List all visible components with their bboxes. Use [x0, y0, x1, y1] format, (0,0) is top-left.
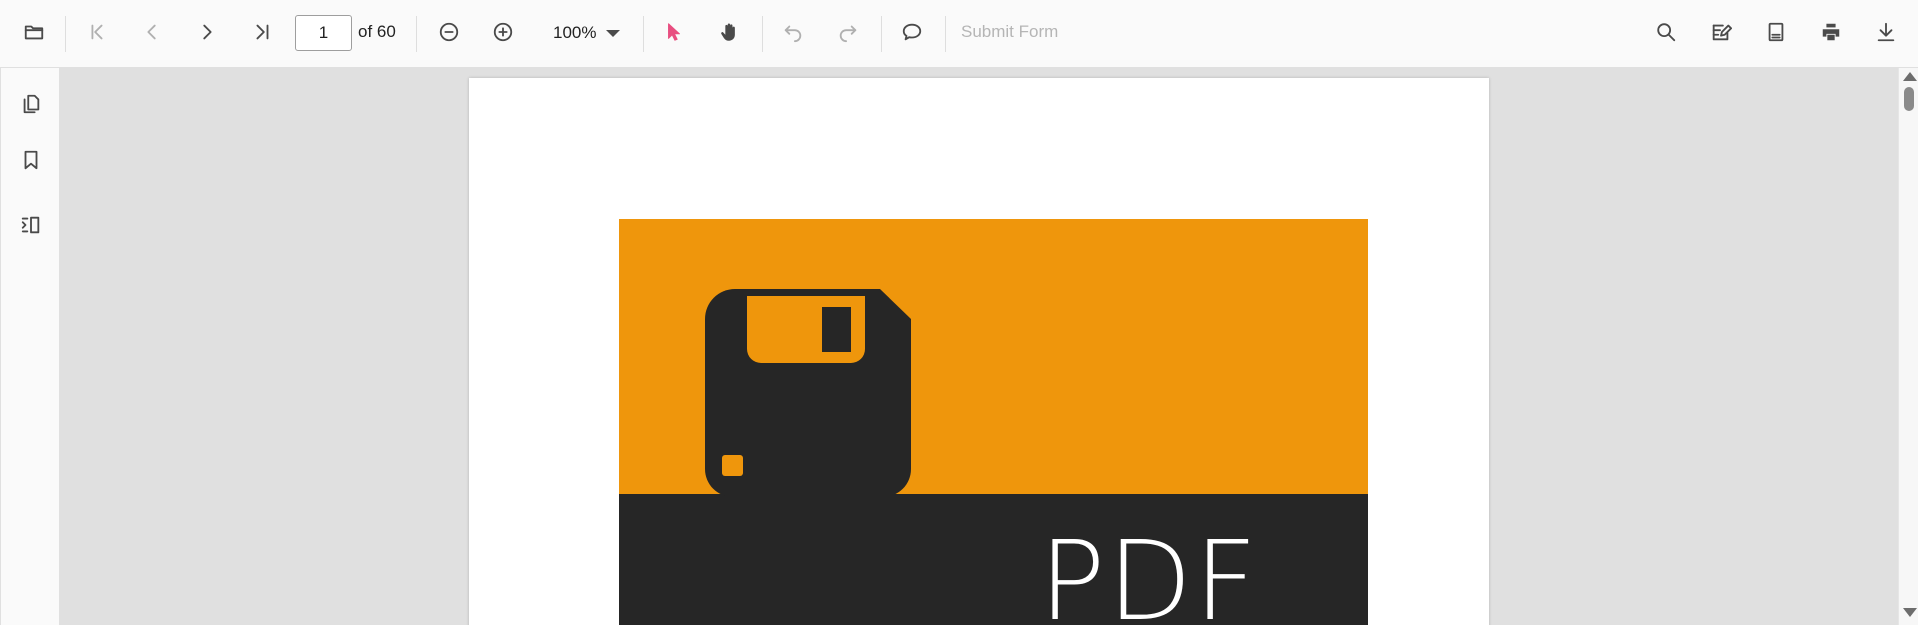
- print-button[interactable]: [1809, 12, 1853, 52]
- search-button[interactable]: [1644, 12, 1688, 52]
- edit-annotation-icon: [1712, 24, 1732, 41]
- selection-tool-button[interactable]: [652, 12, 696, 52]
- toolbar-divider: [643, 16, 644, 52]
- download-icon: [1877, 22, 1895, 42]
- toolbar-divider: [881, 16, 882, 52]
- page-thumbnails-icon: [23, 94, 40, 114]
- organize-pages-button[interactable]: [13, 207, 49, 243]
- download-button[interactable]: [1864, 12, 1908, 52]
- previous-page-button[interactable]: [130, 12, 174, 52]
- zoom-out-button[interactable]: [427, 12, 471, 52]
- main-toolbar: of 60 100% Submit: [0, 0, 1918, 68]
- submit-form-button[interactable]: Submit Form: [961, 22, 1058, 42]
- scroll-up-arrow-icon[interactable]: [1903, 72, 1917, 81]
- annotation-button[interactable]: [1699, 12, 1743, 52]
- redo-icon: [839, 25, 857, 43]
- form-designer-icon: [1768, 22, 1784, 42]
- redo-button[interactable]: [826, 12, 870, 52]
- pan-tool-button[interactable]: [707, 12, 751, 52]
- undo-button[interactable]: [771, 12, 815, 52]
- bookmarks-button[interactable]: [13, 142, 49, 178]
- toolbar-divider: [945, 16, 946, 52]
- folder-icon: [24, 25, 44, 40]
- print-icon: [1822, 23, 1840, 41]
- pdf-page: PDF: [469, 78, 1489, 625]
- undo-icon: [784, 25, 802, 43]
- comment-icon: [902, 23, 922, 41]
- scroll-down-arrow-icon[interactable]: [1903, 608, 1917, 617]
- organize-pages-icon: [21, 216, 40, 234]
- bookmark-icon: [24, 150, 38, 170]
- cover-title: PDF: [1039, 517, 1260, 625]
- last-page-icon: [256, 24, 269, 40]
- previous-page-icon: [147, 24, 156, 40]
- scrollbar-thumb[interactable]: [1904, 87, 1914, 111]
- zoom-value: 100%: [553, 23, 597, 42]
- search-icon: [1657, 23, 1676, 42]
- comment-button[interactable]: [890, 12, 934, 52]
- first-page-button[interactable]: [75, 12, 119, 52]
- zoom-dropdown[interactable]: 100%: [545, 14, 621, 52]
- toolbar-divider: [416, 16, 417, 52]
- floppy-disk-icon: [705, 289, 911, 497]
- zoom-in-icon: [493, 22, 513, 42]
- open-file-button[interactable]: [12, 12, 56, 52]
- hand-icon: [721, 23, 735, 41]
- page-thumbnails-button[interactable]: [13, 86, 49, 122]
- document-canvas[interactable]: PDF: [60, 68, 1898, 625]
- cover-image: PDF: [619, 219, 1368, 625]
- zoom-in-button[interactable]: [481, 12, 525, 52]
- next-page-button[interactable]: [185, 12, 229, 52]
- toolbar-divider: [762, 16, 763, 52]
- chevron-down-icon: [606, 29, 621, 37]
- page-count-label: of 60: [358, 22, 396, 41]
- form-designer-button[interactable]: [1754, 12, 1798, 52]
- cursor-arrow-icon: [668, 23, 680, 41]
- toolbar-divider: [65, 16, 66, 52]
- zoom-out-icon: [439, 22, 459, 42]
- navigation-pane: [0, 68, 60, 625]
- pdf-viewer: of 60 100% Submit: [0, 0, 1918, 625]
- vertical-scrollbar[interactable]: [1898, 68, 1918, 625]
- last-page-button[interactable]: [240, 12, 284, 52]
- next-page-icon: [203, 24, 212, 40]
- current-page-input[interactable]: [295, 15, 352, 51]
- first-page-icon: [91, 24, 103, 40]
